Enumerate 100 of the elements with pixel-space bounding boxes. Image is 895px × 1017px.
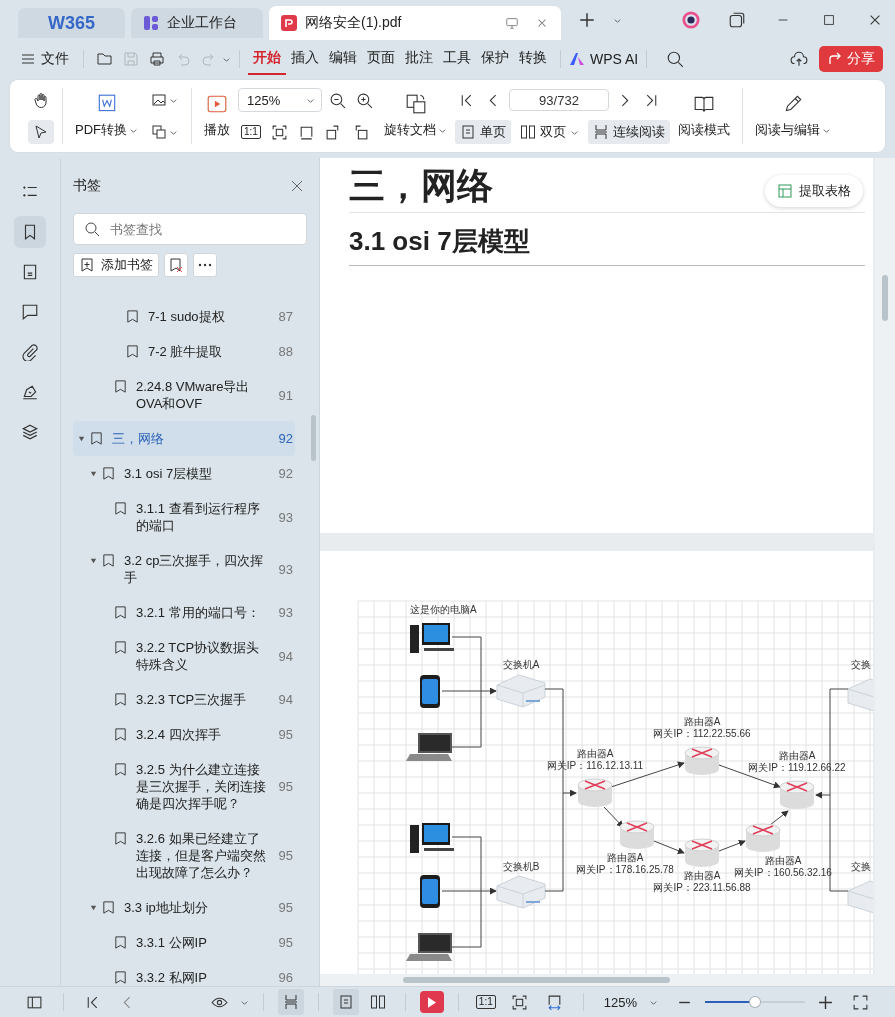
close-icon[interactable]: [868, 13, 882, 27]
ribbon-tab[interactable]: 转换: [514, 43, 552, 75]
scrollbar-thumb[interactable]: [403, 977, 670, 983]
extract-table-button[interactable]: 提取表格: [765, 175, 863, 207]
ribbon-tab[interactable]: 页面: [362, 43, 400, 75]
read-mode-button[interactable]: 阅读模式: [674, 91, 734, 141]
page-number: 93: [277, 508, 293, 526]
window-tab[interactable]: 企业工作台: [131, 8, 263, 38]
switch-icon: [496, 875, 546, 909]
file-menu[interactable]: 文件: [20, 50, 69, 68]
ribbon-tab[interactable]: 保护: [476, 43, 514, 75]
layers-icon: [21, 423, 39, 441]
select-tool[interactable]: [28, 120, 54, 144]
bookmark-item[interactable]: 3.3 ip地址划分 95: [73, 890, 295, 925]
actual-size-button[interactable]: 1:1: [475, 995, 496, 1009]
bookmark-item[interactable]: 3.2.6 如果已经建立了连接，但是客户端突然出现故障了怎么办？ 95: [73, 821, 295, 890]
page-number: 95: [277, 899, 293, 916]
ribbon-tab[interactable]: 批注: [400, 43, 438, 75]
share-button[interactable]: 分享: [819, 46, 883, 72]
read-edit-button[interactable]: 阅读与编辑: [751, 91, 835, 141]
bookmark-item[interactable]: 3.3.2 私网IP 96: [73, 960, 295, 986]
bookmark-item[interactable]: 2.24.8 VMware导出OVA和OVF 91: [73, 369, 295, 421]
page-number: 95: [277, 847, 293, 864]
search-icon[interactable]: [666, 50, 685, 68]
switch-label: 交换机A: [502, 659, 540, 670]
bookmark-add-icon: [79, 257, 95, 273]
bookmark-item[interactable]: 3.2.2 TCP协议数据头特殊含义 94: [73, 630, 295, 682]
pdf-convert-button[interactable]: PDF转换: [71, 91, 142, 141]
zoom-dropdown[interactable]: 125%: [603, 994, 658, 1010]
bookmark-panel-button[interactable]: [14, 216, 46, 248]
subheading: 3.1 osi 7层模型: [349, 225, 865, 266]
bookmark-item[interactable]: 3.2.4 四次挥手 95: [73, 717, 295, 752]
actual-size-button[interactable]: 1:1: [241, 125, 261, 139]
rotate-document-button[interactable]: 旋转文档: [380, 91, 451, 141]
bookmark-item[interactable]: 3.3.1 公网IP 95: [73, 925, 295, 960]
more-button[interactable]: [193, 253, 217, 277]
play-button[interactable]: 播放: [200, 91, 234, 141]
bookmark-item[interactable]: 7-2 脏牛提取 88: [73, 334, 295, 369]
single-page-icon: [460, 124, 476, 140]
window-tab[interactable]: 网络安全(1).pdf: [269, 6, 561, 40]
continuous-view-button[interactable]: [277, 989, 304, 1015]
play-button[interactable]: [419, 991, 444, 1013]
print-icon[interactable]: [149, 51, 165, 67]
page-number-field[interactable]: 93/732: [509, 89, 609, 111]
add-bookmark-button[interactable]: 添加书签: [73, 253, 159, 277]
fullscreen-icon[interactable]: [852, 993, 869, 1011]
bookmark-item[interactable]: 3.2.5 为什么建立连接是三次握手，关闭连接确是四次挥手呢？ 95: [73, 752, 295, 821]
zoom-dropdown[interactable]: 125%: [238, 88, 322, 112]
scrollbar-thumb[interactable]: [882, 275, 888, 321]
share-icon: [827, 51, 843, 67]
bookmark-search-field[interactable]: 书签查找: [73, 213, 307, 245]
cloud-upload-icon[interactable]: [790, 50, 808, 68]
ribbon-tab[interactable]: 工具: [438, 43, 476, 75]
connector-arrow: [718, 839, 746, 852]
expand-arrow-icon[interactable]: [77, 434, 86, 443]
bookmark-item[interactable]: 3.2.3 TCP三次握手 94: [73, 682, 295, 717]
zoom-in-icon[interactable]: [356, 91, 373, 109]
ribbon-tab[interactable]: 插入: [286, 43, 324, 75]
gateway-ip-label: 网关IP：119.12.66.22: [748, 762, 846, 773]
double-page-icon: [369, 994, 386, 1010]
continuous-view-button[interactable]: 连续阅读: [588, 120, 670, 144]
ribbon-tab[interactable]: 开始: [248, 43, 286, 75]
bookmark-item[interactable]: 3.2.1 常用的端口号： 93: [73, 595, 295, 630]
fit-page-icon[interactable]: [510, 993, 528, 1011]
page-number: 94: [277, 691, 293, 708]
image-icon: [151, 92, 167, 108]
zoom-out-icon[interactable]: [329, 91, 346, 109]
bookmark-icon: [101, 553, 116, 568]
expand-arrow-icon[interactable]: [89, 903, 98, 912]
single-view-button[interactable]: 单页: [455, 120, 511, 144]
fit-page-icon[interactable]: [270, 123, 288, 141]
bookmark-item[interactable]: 3.1 osi 7层模型 92: [73, 456, 295, 491]
monitor-icon[interactable]: [505, 16, 519, 30]
expand-arrow-icon[interactable]: [89, 469, 98, 478]
bookmark-icon: [113, 935, 128, 950]
open-icon[interactable]: [97, 51, 113, 67]
switch-icon: [847, 678, 873, 712]
laptop-icon: [406, 733, 452, 761]
zoom-slider[interactable]: [705, 996, 805, 1008]
bookmark-item[interactable]: 3.1.1 查看到运行程序的端口 93: [73, 491, 295, 543]
ribbon-tab[interactable]: 编辑: [324, 43, 362, 75]
menu-icon: [20, 51, 36, 67]
zoom-in-icon[interactable]: [817, 993, 834, 1011]
bookmark-item[interactable]: 3.2 cp三次握手，四次挥手 93: [73, 543, 295, 595]
single-view-button[interactable]: [332, 989, 359, 1015]
double-view-button[interactable]: 双页: [515, 120, 584, 144]
scrollbar-thumb[interactable]: [311, 415, 316, 461]
expand-arrow-icon[interactable]: [89, 556, 98, 565]
new-tab-icon[interactable]: [578, 11, 596, 29]
window-tab[interactable]: W365: [18, 8, 125, 38]
restore-icon[interactable]: [728, 11, 746, 29]
bookmark-item[interactable]: 三，网络 92: [73, 421, 295, 456]
bookmark-item[interactable]: 7-1 sudo提权 87: [73, 299, 295, 334]
maximize-icon[interactable]: [822, 13, 836, 27]
delete-bookmark-button[interactable]: [164, 253, 188, 277]
assistant-icon[interactable]: [682, 11, 700, 29]
gateway-ip-label: 网关IP：160.56.32.16: [734, 867, 832, 878]
ai-button[interactable]: WPS AI: [569, 51, 639, 67]
bookmark-icon: [113, 605, 128, 620]
phone-icon: [420, 875, 440, 908]
